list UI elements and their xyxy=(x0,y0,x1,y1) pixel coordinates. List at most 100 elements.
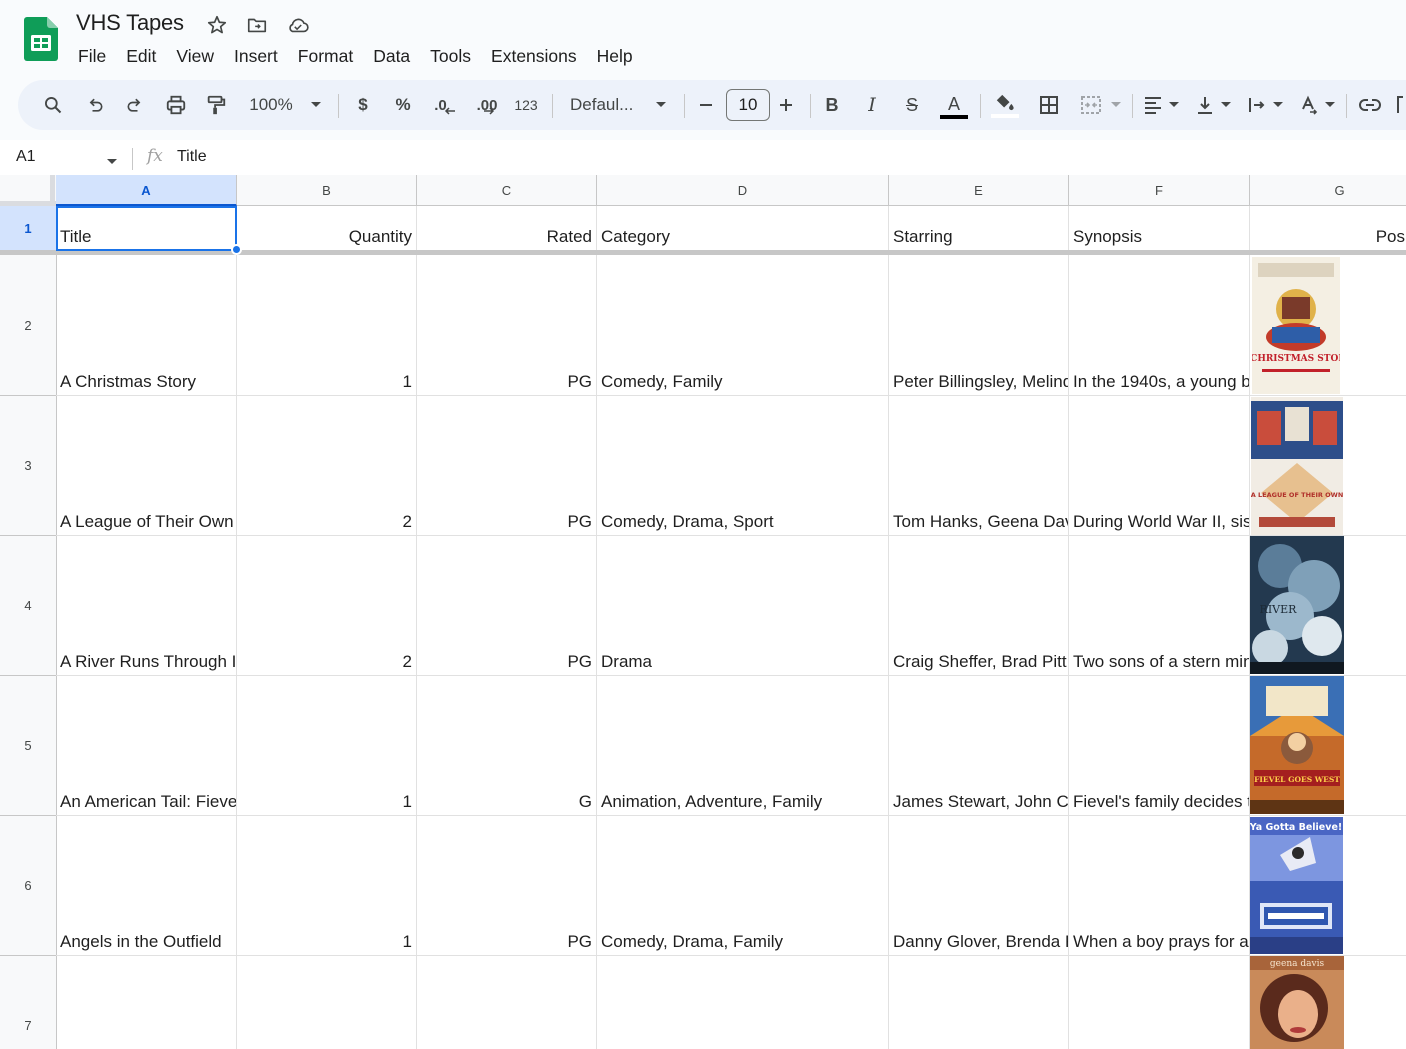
insert-link-icon[interactable] xyxy=(1354,80,1386,130)
fill-handle[interactable] xyxy=(231,244,242,255)
percent-format-button[interactable]: % xyxy=(388,80,418,130)
valign-dropdown-icon[interactable] xyxy=(1218,80,1234,130)
cell-synopsis[interactable]: When a boy prays for a xyxy=(1069,816,1250,956)
text-wrapping-icon[interactable] xyxy=(1242,80,1272,130)
row-header-4[interactable]: 4 xyxy=(0,536,57,676)
cell-synopsis[interactable] xyxy=(1069,956,1250,1049)
menu-insert[interactable]: Insert xyxy=(224,43,288,69)
menu-tools[interactable]: Tools xyxy=(420,43,481,69)
cell-poster[interactable]: A LEAGUE OF THEIR OWN xyxy=(1250,396,1406,536)
menu-file[interactable]: File xyxy=(68,43,116,69)
increase-font-size-icon[interactable] xyxy=(772,80,800,130)
cell-quantity[interactable] xyxy=(237,956,417,1049)
currency-format-button[interactable]: $ xyxy=(348,80,378,130)
wrap-dropdown-icon[interactable] xyxy=(1270,80,1286,130)
cell-e1[interactable]: Starring xyxy=(889,206,1069,251)
redo-icon[interactable] xyxy=(120,80,150,130)
row-header-5[interactable]: 5 xyxy=(0,676,57,816)
column-header-c[interactable]: C xyxy=(417,175,597,206)
fill-color-icon[interactable] xyxy=(988,80,1022,130)
move-folder-icon[interactable] xyxy=(246,14,268,36)
cell-title[interactable]: An American Tail: Fieve xyxy=(56,676,237,816)
star-icon[interactable] xyxy=(206,14,228,36)
cell-category[interactable]: Comedy, Drama, Sport xyxy=(597,396,889,536)
cell-category[interactable]: Comedy, Drama, Family xyxy=(597,816,889,956)
cell-title[interactable] xyxy=(56,956,237,1049)
menu-format[interactable]: Format xyxy=(288,43,363,69)
bold-button[interactable]: B xyxy=(818,80,846,130)
column-header-a[interactable]: A xyxy=(56,175,237,206)
strikethrough-button[interactable]: S xyxy=(898,80,926,130)
column-header-d[interactable]: D xyxy=(597,175,889,206)
formula-input[interactable]: Title xyxy=(177,148,207,166)
undo-icon[interactable] xyxy=(80,80,110,130)
column-header-f[interactable]: F xyxy=(1069,175,1250,206)
cell-rated[interactable]: PG xyxy=(417,536,597,676)
cell-synopsis[interactable]: Two sons of a stern min xyxy=(1069,536,1250,676)
row-header-6[interactable]: 6 xyxy=(0,816,57,956)
italic-button[interactable]: I xyxy=(858,80,886,130)
merge-cells-icon[interactable] xyxy=(1076,80,1106,130)
cell-f1[interactable]: Synopsis xyxy=(1069,206,1250,251)
column-header-b[interactable]: B xyxy=(237,175,417,206)
font-size-input[interactable]: 10 xyxy=(726,89,770,121)
print-icon[interactable] xyxy=(161,80,191,130)
font-dropdown-icon[interactable] xyxy=(652,80,670,130)
cell-synopsis[interactable]: During World War II, sis xyxy=(1069,396,1250,536)
cell-g1[interactable]: Pos xyxy=(1250,206,1406,251)
row-header-3[interactable]: 3 xyxy=(0,396,57,536)
cell-synopsis[interactable]: In the 1940s, a young b xyxy=(1069,255,1250,396)
document-title[interactable]: VHS Tapes xyxy=(76,10,184,36)
borders-icon[interactable] xyxy=(1034,80,1064,130)
cell-poster[interactable]: Ya Gotta Believe! xyxy=(1250,816,1406,956)
cell-starring[interactable]: Peter Billingsley, Melind xyxy=(889,255,1069,396)
search-menus-icon[interactable] xyxy=(38,80,68,130)
cell-poster[interactable]: geena davis xyxy=(1250,956,1406,1049)
cell-starring[interactable]: Tom Hanks, Geena Dav xyxy=(889,396,1069,536)
cell-category[interactable]: Drama xyxy=(597,536,889,676)
zoom-value[interactable]: 100% xyxy=(242,80,300,130)
cell-synopsis[interactable]: Fievel's family decides t xyxy=(1069,676,1250,816)
cell-title[interactable]: A Christmas Story xyxy=(56,255,237,396)
menu-data[interactable]: Data xyxy=(363,43,420,69)
row-header-7[interactable]: 7 xyxy=(0,956,57,1049)
row-header-2[interactable]: 2 xyxy=(0,255,57,396)
cell-starring[interactable]: James Stewart, John Cl xyxy=(889,676,1069,816)
column-header-g[interactable]: G xyxy=(1250,175,1406,206)
cell-poster[interactable]: FIEVEL GOES WEST xyxy=(1250,676,1406,816)
cell-starring[interactable] xyxy=(889,956,1069,1049)
horizontal-align-icon[interactable] xyxy=(1138,80,1168,130)
more-formats-button[interactable]: 123 xyxy=(510,80,542,130)
decrease-decimal-button[interactable]: .0 xyxy=(428,80,462,130)
cell-title[interactable]: A League of Their Own xyxy=(56,396,237,536)
zoom-dropdown-icon[interactable] xyxy=(306,80,326,130)
vertical-align-icon[interactable] xyxy=(1190,80,1220,130)
text-rotation-icon[interactable] xyxy=(1294,80,1324,130)
cell-quantity[interactable]: 1 xyxy=(237,255,417,396)
cell-c1[interactable]: Rated xyxy=(417,206,597,251)
increase-decimal-button[interactable]: .00 xyxy=(468,80,504,130)
menu-edit[interactable]: Edit xyxy=(116,43,166,69)
menu-help[interactable]: Help xyxy=(587,43,643,69)
column-header-e[interactable]: E xyxy=(889,175,1069,206)
cell-quantity[interactable]: 2 xyxy=(237,396,417,536)
cell-category[interactable]: Animation, Adventure, Family xyxy=(597,676,889,816)
cell-poster[interactable]: A CHRISTMAS STORY xyxy=(1250,255,1406,396)
cell-rated[interactable]: PG xyxy=(417,396,597,536)
rotation-dropdown-icon[interactable] xyxy=(1322,80,1338,130)
align-dropdown-icon[interactable] xyxy=(1166,80,1182,130)
font-family-select[interactable]: Defaul... xyxy=(564,80,646,130)
name-box-dropdown-icon[interactable] xyxy=(106,153,118,171)
sheets-logo-icon[interactable] xyxy=(24,17,58,61)
cell-a1[interactable]: Title xyxy=(56,206,237,251)
cell-rated[interactable] xyxy=(417,956,597,1049)
cell-starring[interactable]: Craig Sheffer, Brad Pitt, xyxy=(889,536,1069,676)
cell-poster[interactable]: RIVER xyxy=(1250,536,1406,676)
cell-title[interactable]: A River Runs Through I xyxy=(56,536,237,676)
paint-format-icon[interactable] xyxy=(201,80,231,130)
decrease-font-size-icon[interactable] xyxy=(692,80,720,130)
cell-title[interactable]: Angels in the Outfield xyxy=(56,816,237,956)
name-box[interactable]: A1 xyxy=(16,148,36,166)
cell-category[interactable] xyxy=(597,956,889,1049)
text-color-button[interactable]: A xyxy=(938,80,970,130)
